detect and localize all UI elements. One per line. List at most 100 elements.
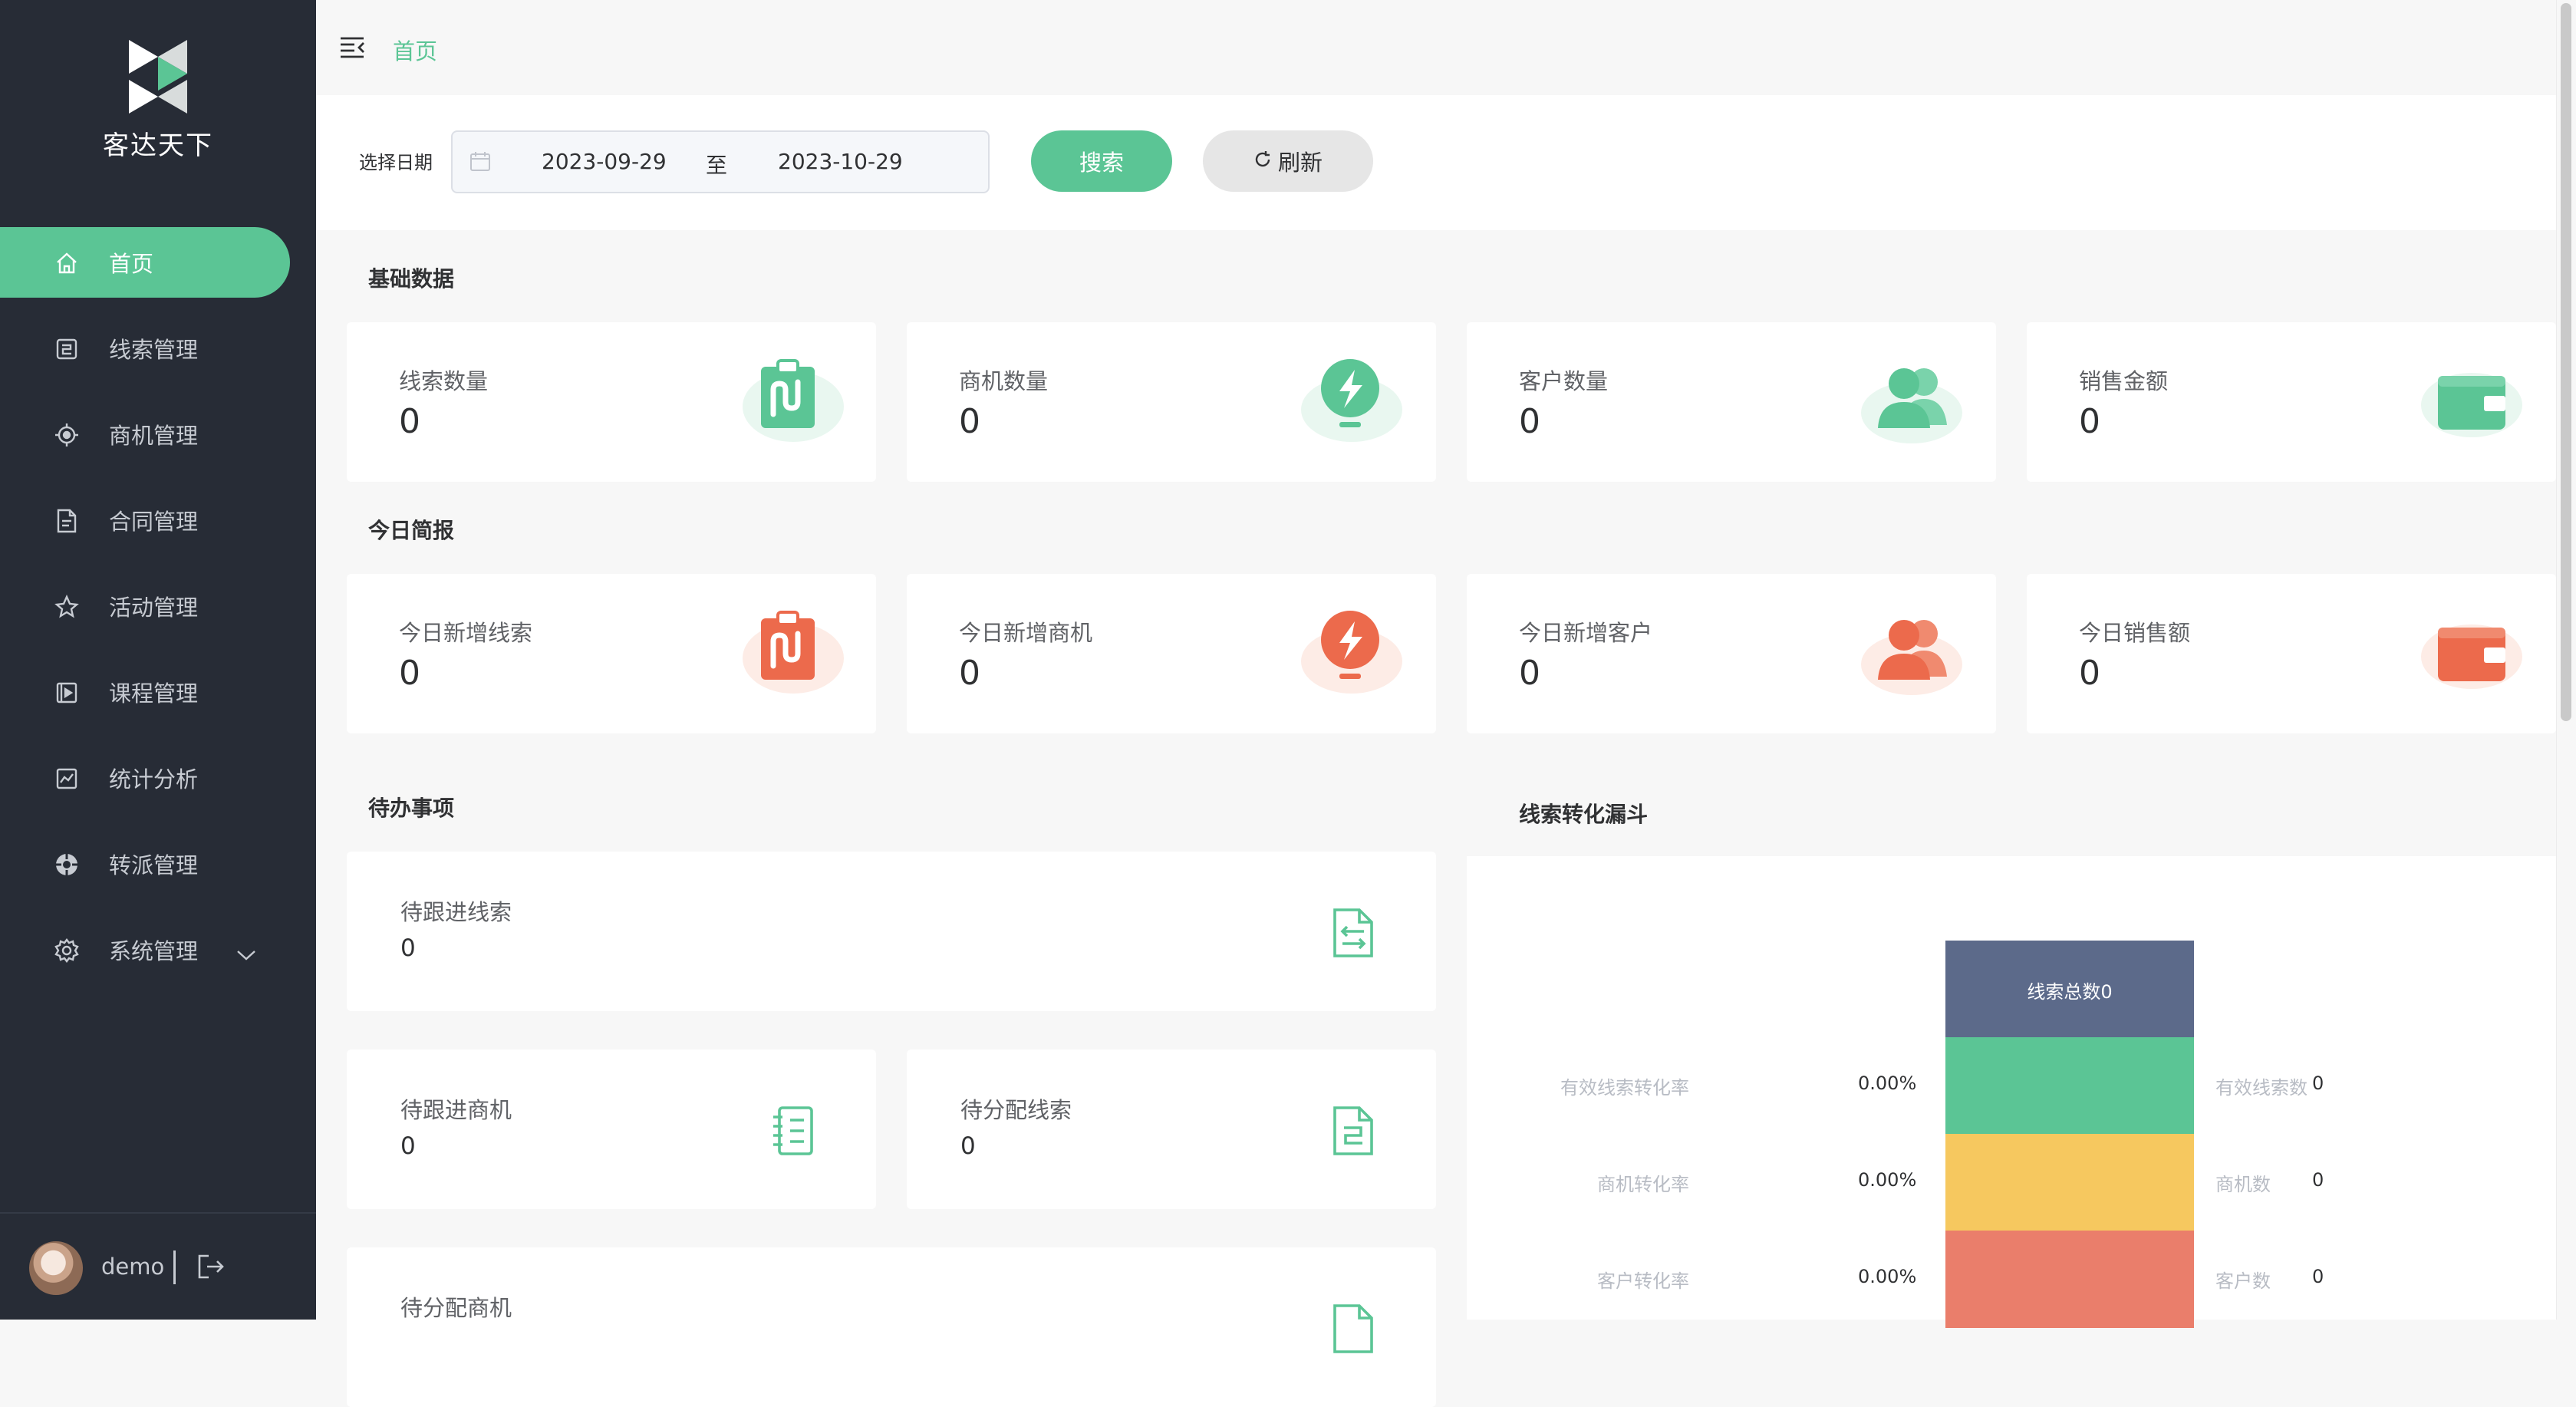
search-button-label: 搜索 [1079, 150, 1124, 176]
funnel-row-right-label: 客户数 [2215, 1270, 2271, 1292]
funnel-row-right-label: 商机数 [2215, 1174, 2271, 1195]
section-title-today: 今日简报 [368, 518, 455, 543]
todo-label: 待跟进线索 [400, 899, 512, 925]
filter-bar: 选择日期 2023-09-29 至 2023-10-29 搜索 刷新 [316, 95, 2556, 230]
todo-card-assign-clues[interactable]: 待分配线索 0 [907, 1049, 1436, 1209]
menu-toggle-icon[interactable] [339, 34, 365, 63]
sidebar-item-home[interactable]: 首页 [0, 227, 290, 298]
sidebar-item-label: 统计分析 [109, 766, 199, 792]
stat-card-today-sales[interactable]: 今日销售额 0 [2027, 574, 2556, 733]
todo-card-follow-clues[interactable]: 待跟进线索 0 [347, 852, 1436, 1011]
app-title: 客达天下 [103, 130, 213, 161]
funnel-row-count: 0 [2312, 1169, 2324, 1191]
funnel-chart: 线索总数0 有效线索转化率 0.00% 有效线索数 0 商机转化率 0.00% … [1467, 856, 2556, 1328]
file-icon [1333, 1304, 1373, 1353]
stat-label: 今日新增线索 [399, 620, 533, 646]
sidebar-item-statistics[interactable]: 统计分析 [0, 743, 316, 813]
clue-icon [54, 336, 80, 362]
funnel-row-count: 0 [2312, 1073, 2324, 1094]
sidebar-item-contracts[interactable]: 合同管理 [0, 485, 316, 555]
section-title-funnel: 线索转化漏斗 [1519, 802, 1649, 827]
divider [173, 1250, 176, 1284]
star-icon [54, 594, 80, 620]
sidebar-item-label: 活动管理 [109, 595, 199, 621]
stat-card-today-customers[interactable]: 今日新增客户 0 [1467, 574, 1996, 733]
stat-value: 0 [2079, 402, 2100, 441]
end-date-input[interactable]: 2023-10-29 [778, 149, 903, 174]
transfer-icon [54, 852, 80, 878]
stat-value: 0 [1519, 402, 1540, 441]
logo: 客达天下 [0, 40, 316, 162]
todo-value: 0 [400, 934, 416, 962]
sidebar-item-transfer[interactable]: 转派管理 [0, 829, 316, 899]
scrollbar-thumb[interactable] [2561, 3, 2571, 721]
file-transfer-icon [1333, 908, 1373, 957]
refresh-button-label: 刷新 [1277, 150, 1323, 176]
stat-value: 0 [959, 654, 980, 693]
stat-value: 0 [1519, 654, 1540, 693]
sidebar-item-activities[interactable]: 活动管理 [0, 571, 316, 641]
start-date-input[interactable]: 2023-09-29 [542, 149, 667, 174]
wallet-icon [2421, 624, 2522, 689]
clipboard-icon [743, 359, 844, 442]
wallet-icon [2421, 373, 2522, 437]
date-label: 选择日期 [359, 152, 433, 173]
stat-label: 今日新增客户 [1519, 620, 1653, 646]
sidebar-menu: 首页 线索管理 商机管理 合同管理 活动管理 课程管理 统计分析 转派管理 系统… [0, 227, 316, 1000]
stat-card-today-opportunities[interactable]: 今日新增商机 0 [907, 574, 1436, 733]
funnel-row-rate: 0.00% [1858, 1169, 1917, 1191]
sidebar-item-label: 合同管理 [109, 509, 199, 535]
funnel-bar-valid [1945, 1037, 2194, 1135]
date-separator: 至 [706, 153, 728, 178]
date-range-picker[interactable]: 2023-09-29 至 2023-10-29 [451, 130, 990, 193]
chart-icon [54, 766, 80, 792]
funnel-bar-total: 线索总数0 [1945, 941, 2194, 1039]
stat-label: 今日新增商机 [959, 620, 1093, 646]
funnel-row-count: 0 [2312, 1266, 2324, 1287]
stat-card-today-clues[interactable]: 今日新增线索 0 [347, 574, 876, 733]
avatar[interactable] [29, 1241, 83, 1295]
sidebar-item-clues[interactable]: 线索管理 [0, 313, 316, 384]
sidebar-footer: demo [0, 1212, 316, 1321]
sidebar-item-label: 商机管理 [109, 423, 199, 449]
chevron-down-icon[interactable] [236, 941, 256, 967]
todo-card-assign-opportunities[interactable]: 待分配商机 [347, 1247, 1436, 1407]
stat-value: 0 [2079, 654, 2100, 693]
stat-value: 0 [959, 402, 980, 441]
username: demo [101, 1254, 165, 1280]
sidebar-item-label: 课程管理 [109, 680, 199, 707]
todo-label: 待分配线索 [960, 1097, 1072, 1123]
home-icon [54, 250, 80, 276]
lightbulb-icon [1301, 359, 1402, 442]
sidebar-item-system[interactable]: 系统管理 [0, 914, 316, 985]
todo-label: 待分配商机 [400, 1295, 512, 1321]
sidebar-item-label: 转派管理 [109, 852, 199, 878]
stat-label: 线索数量 [399, 368, 489, 394]
stat-card-sales[interactable]: 销售金额 0 [2027, 322, 2556, 482]
target-icon [54, 422, 80, 448]
stat-card-opportunities[interactable]: 商机数量 0 [907, 322, 1436, 482]
sidebar-item-label: 线索管理 [109, 337, 199, 363]
refresh-icon [1253, 148, 1272, 174]
gear-icon [54, 937, 80, 964]
sidebar-item-opportunities[interactable]: 商机管理 [0, 399, 316, 470]
search-button[interactable]: 搜索 [1031, 130, 1172, 192]
funnel-row-left-label: 商机转化率 [1597, 1174, 1689, 1195]
sidebar-item-label: 首页 [109, 251, 154, 277]
funnel-row-left-label: 有效线索转化率 [1560, 1077, 1689, 1099]
logout-icon[interactable] [196, 1254, 226, 1283]
play-icon [54, 680, 80, 706]
funnel-top-label: 线索总数0 [2027, 980, 2113, 1003]
breadcrumb[interactable]: 首页 [393, 34, 437, 66]
funnel-row-rate: 0.00% [1858, 1266, 1917, 1287]
stat-card-clues[interactable]: 线索数量 0 [347, 322, 876, 482]
header: 首页 [316, 0, 2556, 95]
funnel-bar-opportunity [1945, 1134, 2194, 1231]
todo-card-follow-opportunities[interactable]: 待跟进商机 0 [347, 1049, 876, 1209]
users-icon [1861, 368, 1962, 443]
stat-label: 商机数量 [959, 368, 1049, 394]
refresh-button[interactable]: 刷新 [1203, 130, 1373, 192]
stat-card-customers[interactable]: 客户数量 0 [1467, 322, 1996, 482]
sidebar-item-courses[interactable]: 课程管理 [0, 657, 316, 727]
stat-value: 0 [399, 654, 420, 693]
